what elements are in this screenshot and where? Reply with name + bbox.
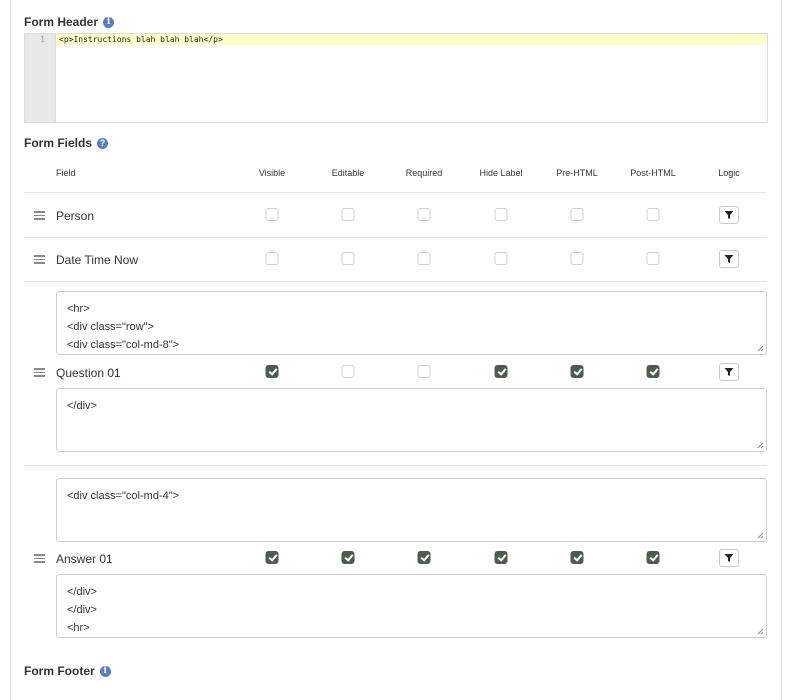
visible-checkbox[interactable] [265,252,279,265]
form-header-code-editor[interactable]: 1 <p>Instructions blah blah blah</p> [24,33,768,123]
editable-checkbox[interactable] [341,252,355,265]
post-html-checkbox[interactable] [646,551,660,564]
post-html-checkbox[interactable] [646,252,660,265]
logic-button[interactable] [719,250,739,268]
field-name-date-time-now: Date Time Now [56,253,139,267]
hide-label-checkbox[interactable] [494,365,508,378]
code-text: <p>Instructions blah blah blah</p> [59,35,223,44]
pre-html-checkbox[interactable] [570,252,584,265]
pre-html-textarea[interactable]: <hr> <div class="row"> <div class="col-m… [56,291,767,355]
pre-html-checkbox[interactable] [570,208,584,221]
visible-checkbox[interactable] [265,551,279,564]
drag-handle-icon[interactable] [34,255,45,264]
post-html-textarea[interactable]: </div> [56,388,767,452]
editor-gutter: 1 [25,34,56,122]
column-header-field: Field [56,168,76,178]
editable-checkbox[interactable] [341,208,355,221]
field-name-question-01: Question 01 [56,366,121,380]
column-header-post-html: Post-HTML [630,168,676,178]
hide-label-checkbox[interactable] [494,208,508,221]
table-divider [24,237,767,238]
logic-button[interactable] [719,363,739,381]
resize-grip-icon[interactable] [757,628,764,635]
resize-grip-icon[interactable] [757,345,764,352]
resize-grip-icon[interactable] [757,532,764,539]
line-number: 1 [40,35,45,44]
field-name-person: Person [56,209,95,223]
visible-checkbox[interactable] [265,208,279,221]
drag-handle-icon[interactable] [34,211,45,220]
pre-html-checkbox[interactable] [570,551,584,564]
pre-html-textarea[interactable]: <div class="col-md-4"> [56,478,767,542]
form-header-label: Form Header i [24,15,115,29]
column-header-editable: Editable [331,168,365,178]
editable-checkbox[interactable] [341,551,355,564]
required-checkbox[interactable] [417,252,431,265]
table-divider [24,281,767,282]
editable-checkbox[interactable] [341,365,355,378]
hide-label-checkbox[interactable] [494,551,508,564]
column-header-visible: Visible [258,168,286,178]
question-icon[interactable]: ? [97,137,109,149]
active-code-line[interactable]: <p>Instructions blah blah blah</p> [56,34,767,45]
filter-icon [724,554,734,562]
table-divider [24,465,767,466]
column-header-pre-html: Pre-HTML [556,168,598,178]
field-name-answer-01: Answer 01 [56,552,113,566]
resize-grip-icon[interactable] [757,442,764,449]
filter-icon [724,255,734,263]
info-icon[interactable]: i [103,16,115,28]
logic-button[interactable] [719,206,739,224]
pre-html-checkbox[interactable] [570,365,584,378]
column-header-required: Required [405,168,443,178]
required-checkbox[interactable] [417,208,431,221]
post-html-textarea[interactable]: </div> </div> <hr> [56,574,767,638]
table-divider [24,192,767,193]
hide-label-checkbox[interactable] [494,252,508,265]
form-fields-label: Form Fields ? [24,136,109,150]
drag-handle-icon[interactable] [34,554,45,563]
filter-icon [724,211,734,219]
visible-checkbox[interactable] [265,365,279,378]
info-icon[interactable]: i [99,665,111,677]
form-footer-label: Form Footer i [24,664,111,678]
required-checkbox[interactable] [417,365,431,378]
drag-handle-icon[interactable] [34,368,45,377]
post-html-checkbox[interactable] [646,208,660,221]
post-html-checkbox[interactable] [646,365,660,378]
filter-icon [724,368,734,376]
required-checkbox[interactable] [417,551,431,564]
column-header-logic: Logic [718,168,740,178]
logic-button[interactable] [719,549,739,567]
column-header-hide-label: Hide Label [479,168,523,178]
